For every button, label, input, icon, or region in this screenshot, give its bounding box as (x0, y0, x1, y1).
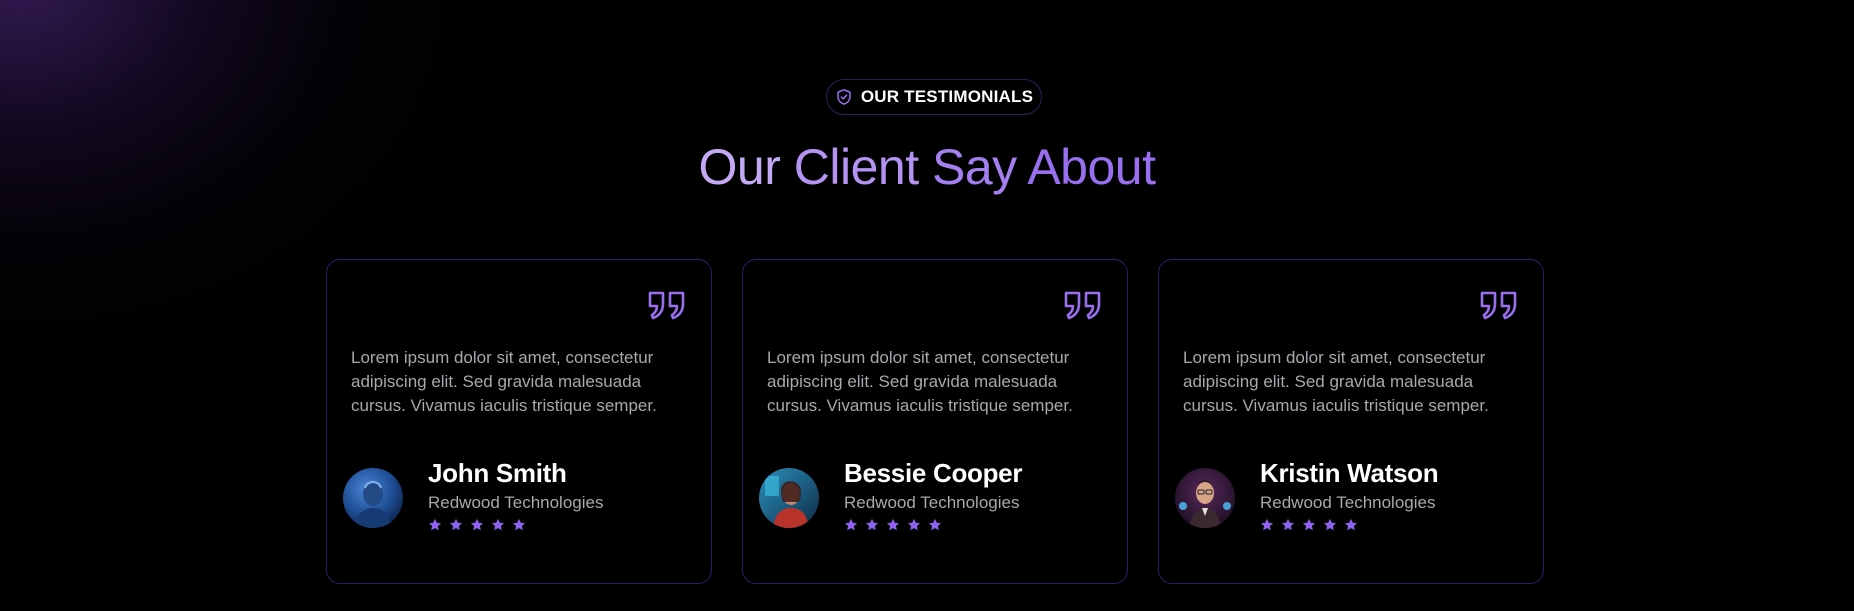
avatar (343, 468, 403, 528)
star-icon (449, 518, 463, 532)
testimonial-card: Lorem ipsum dolor sit amet, consectetur … (742, 259, 1128, 584)
quote-icon (1063, 290, 1103, 320)
star-icon (907, 518, 921, 532)
star-icon (1302, 518, 1316, 532)
client-company: Redwood Technologies (844, 493, 1020, 512)
shield-check-icon (835, 88, 853, 106)
star-rating (1260, 518, 1358, 532)
client-company: Redwood Technologies (428, 493, 604, 512)
quote-icon (647, 290, 687, 320)
client-name: John Smith (428, 458, 567, 488)
section-badge: OUR TESTIMONIALS (826, 79, 1042, 115)
testimonials-section: OUR TESTIMONIALS Our Client Say About Lo… (0, 0, 1854, 611)
avatar (759, 468, 819, 528)
star-icon (1281, 518, 1295, 532)
heading-word: About (1027, 139, 1156, 195)
star-icon (928, 518, 942, 532)
star-icon (1323, 518, 1337, 532)
section-heading: Our Client Say About (0, 135, 1854, 199)
star-icon (886, 518, 900, 532)
star-icon (1260, 518, 1274, 532)
badge-label: OUR TESTIMONIALS (860, 87, 1034, 106)
client-name: Kristin Watson (1260, 458, 1439, 488)
star-rating (844, 518, 942, 532)
testimonial-quote: Lorem ipsum dolor sit amet, consectetur … (767, 348, 1073, 415)
star-icon (512, 518, 526, 532)
heading-word: Say (932, 139, 1017, 195)
client-name: Bessie Cooper (844, 458, 1023, 488)
quote-icon (1479, 290, 1519, 320)
star-icon (491, 518, 505, 532)
heading-word: Our (698, 139, 781, 195)
testimonial-card: Lorem ipsum dolor sit amet, consectetur … (326, 259, 712, 584)
star-icon (865, 518, 879, 532)
testimonial-quote: Lorem ipsum dolor sit amet, consectetur … (1183, 348, 1489, 415)
star-icon (1344, 518, 1358, 532)
star-icon (428, 518, 442, 532)
avatar (1175, 468, 1235, 528)
heading-word: Client (793, 139, 919, 195)
testimonial-card: Lorem ipsum dolor sit amet, consectetur … (1158, 259, 1544, 584)
star-rating (428, 518, 526, 532)
testimonial-quote: Lorem ipsum dolor sit amet, consectetur … (351, 348, 657, 415)
client-company: Redwood Technologies (1260, 493, 1436, 512)
star-icon (470, 518, 484, 532)
star-icon (844, 518, 858, 532)
